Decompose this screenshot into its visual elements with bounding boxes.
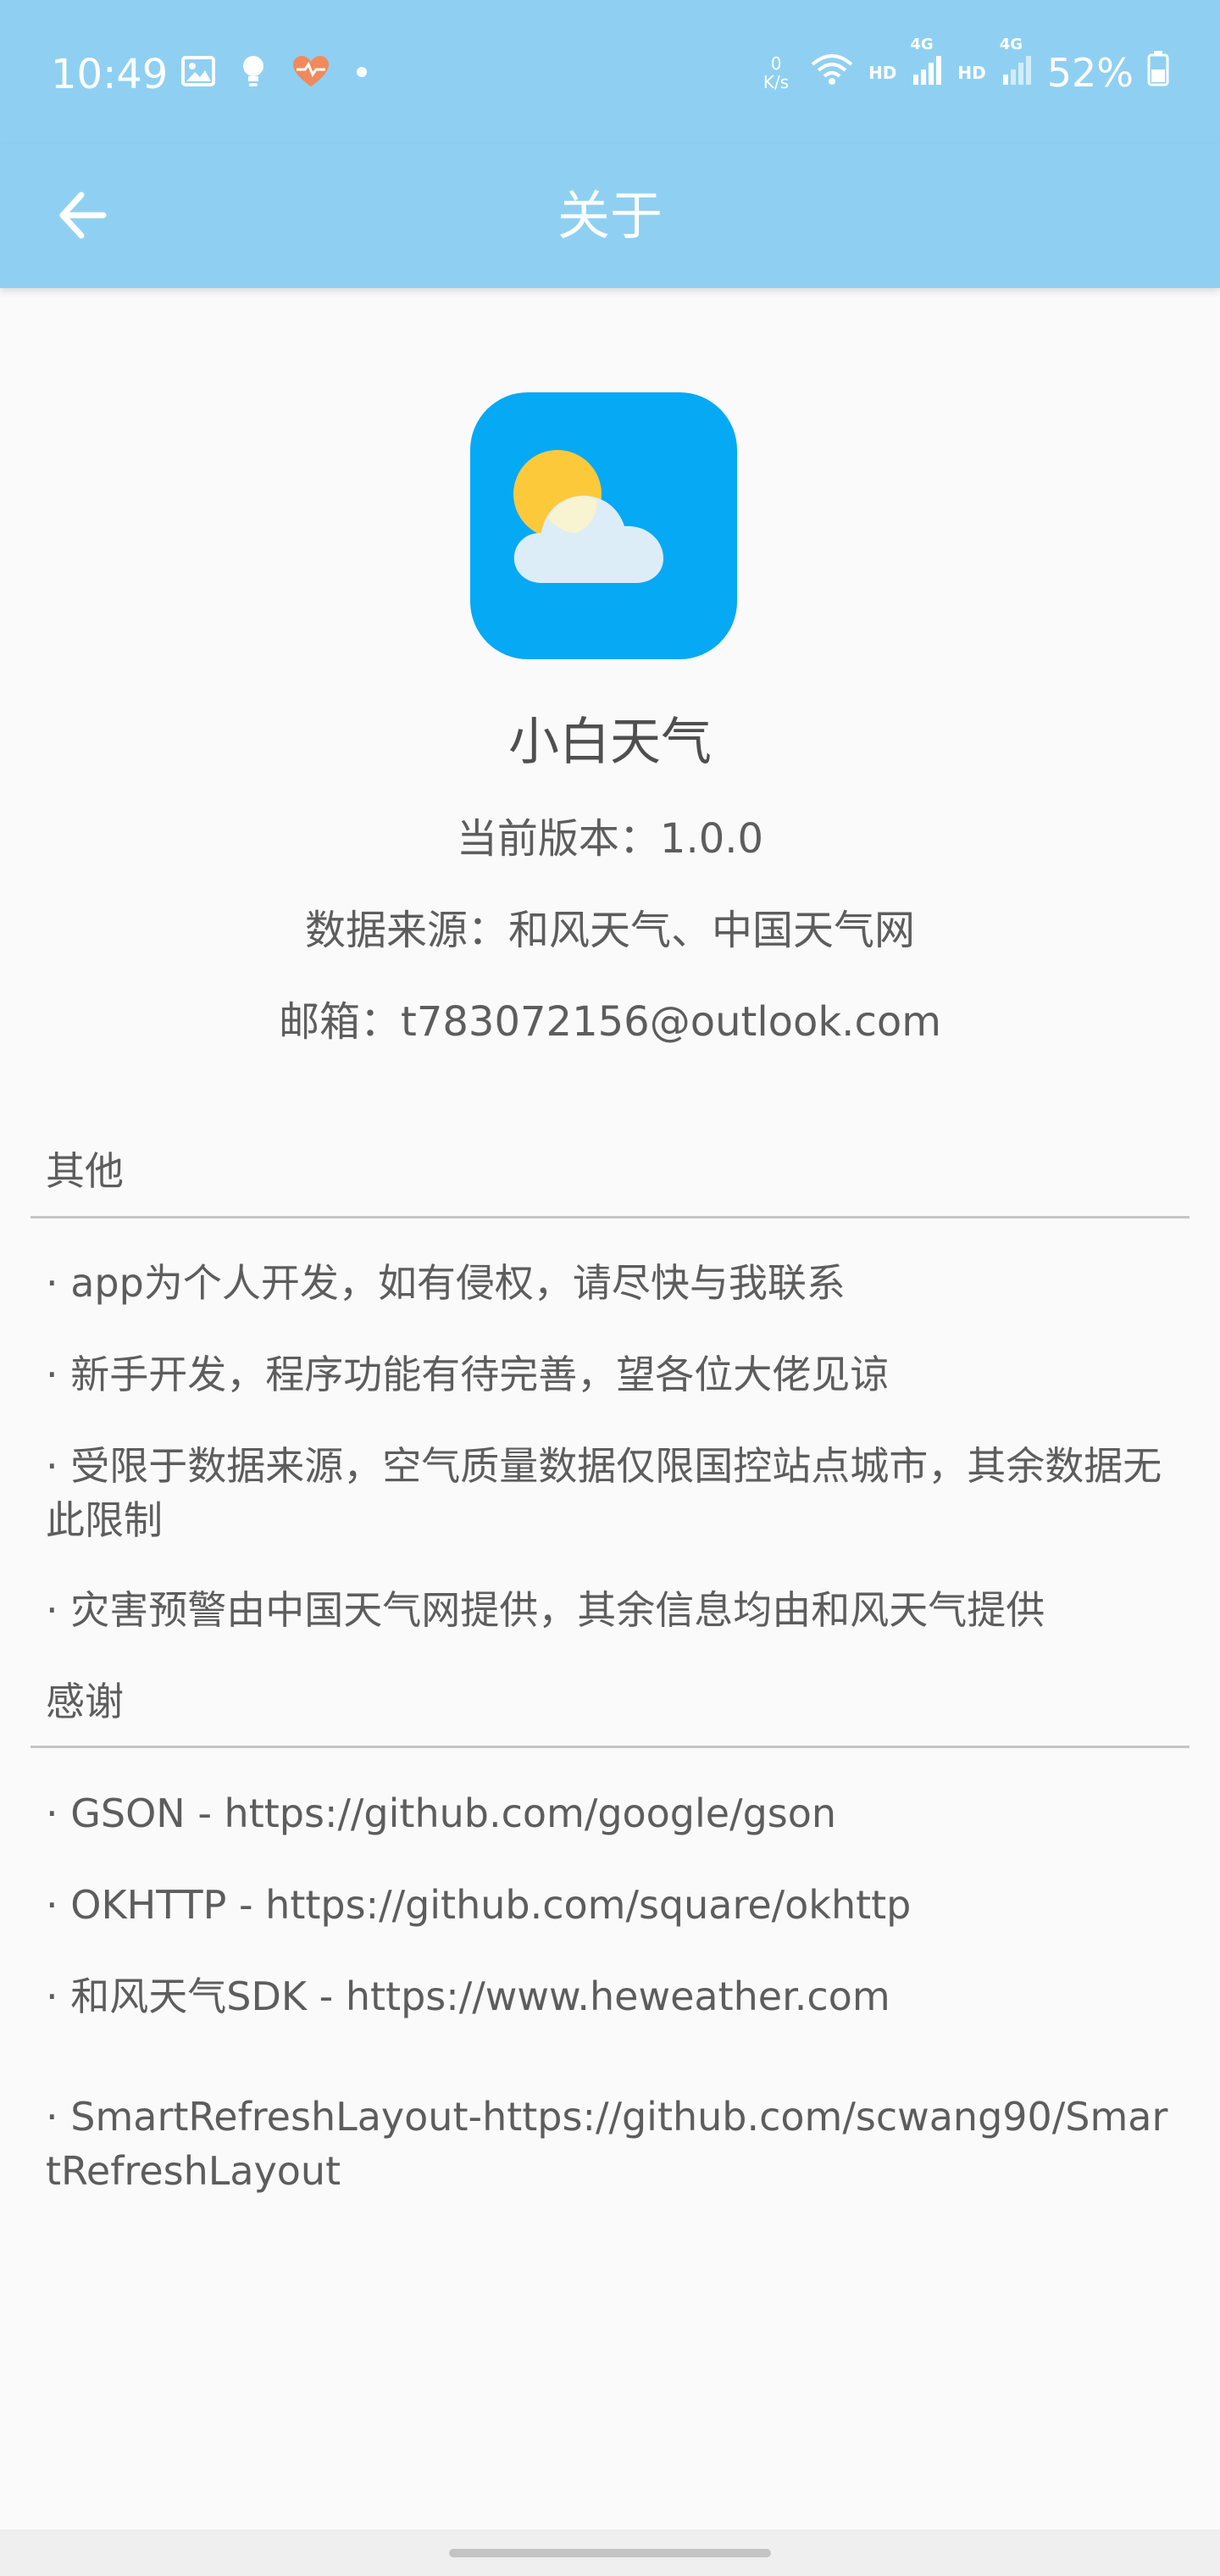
home-gesture-handle[interactable] — [449, 2549, 771, 2557]
bulb-icon — [241, 54, 266, 92]
app-logo — [470, 392, 737, 659]
heart-icon — [291, 54, 330, 92]
status-notification-icons — [181, 54, 368, 92]
list-item-link[interactable]: · 和风天气SDK - https://www.heweather.com — [46, 1969, 1173, 2024]
page-title: 关于 — [557, 185, 663, 247]
divider — [30, 1216, 1190, 1219]
battery-icon — [1147, 47, 1169, 98]
signal-icon: 4G — [1000, 36, 1034, 98]
divider — [30, 1746, 1190, 1748]
list-item: · app为个人开发，如有侵权，请尽快与我联系 — [46, 1260, 846, 1306]
app-version: 当前版本：1.0.0 — [456, 815, 764, 863]
signal-icon: 4G — [910, 36, 944, 98]
dot-icon — [356, 65, 368, 81]
net-speed: 0 K/s — [762, 53, 790, 92]
hd-label-1: HD — [868, 63, 897, 83]
list-item-link[interactable]: · SmartRefreshLayout-https://github.com/… — [46, 2090, 1173, 2198]
list-item: · 受限于数据来源，空气质量数据仅限国控站点城市，其余数据无此限制 — [46, 1443, 1162, 1543]
battery-text: 52% — [1046, 50, 1134, 96]
hd-label-2: HD — [957, 63, 986, 83]
section-title-thanks: 感谢 — [46, 1679, 124, 1724]
app-bar: 关于 — [0, 144, 1220, 288]
contact-email[interactable]: 邮箱：t783072156@outlook.com — [0, 995, 1220, 1049]
list-item-link[interactable]: · OKHTTP - https://github.com/square/okh… — [46, 1878, 1173, 1932]
status-bar: 10:49 0 K/s HD 4G HD 4G 52% — [0, 0, 1220, 144]
status-system-icons: 0 K/s HD 4G HD 4G 52% — [757, 36, 1169, 98]
app-name: 小白天气 — [508, 713, 712, 772]
wifi-icon — [809, 47, 855, 98]
data-source: 数据来源：和风天气、中国天气网 — [304, 907, 915, 954]
status-time: 10:49 — [51, 51, 169, 98]
list-item: · 灾害预警由中国天气网提供，其余信息均由和风天气提供 — [46, 1587, 1045, 1633]
section-title-other: 其他 — [46, 1148, 124, 1194]
image-icon — [181, 56, 215, 90]
weather-cloud-sun-icon — [513, 450, 663, 583]
list-item-link[interactable]: · GSON - https://github.com/google/gson — [46, 1786, 1173, 1840]
list-item: · 新手开发，程序功能有待完善，望各位大佬见谅 — [46, 1352, 890, 1397]
